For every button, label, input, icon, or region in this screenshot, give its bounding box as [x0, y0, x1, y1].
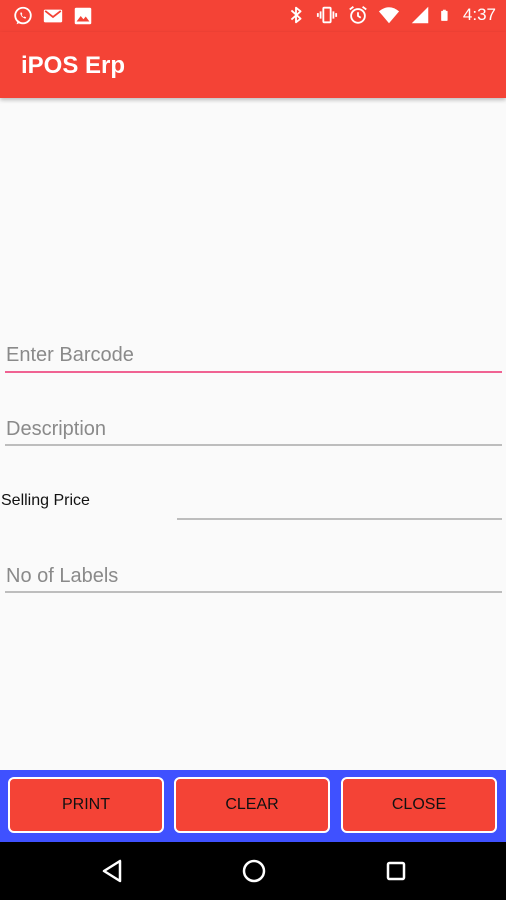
system-status-icons: 4:37: [285, 4, 496, 26]
selling-price-underline: [177, 518, 502, 520]
status-time: 4:37: [462, 5, 496, 24]
whatsapp-icon: [14, 6, 32, 25]
clear-button[interactable]: CLEAR: [174, 777, 330, 833]
no-of-labels-input[interactable]: [6, 561, 500, 591]
no-of-labels-underline: [5, 591, 502, 593]
home-icon[interactable]: [239, 856, 269, 886]
print-button[interactable]: PRINT: [8, 777, 164, 833]
vibrate-icon: [316, 6, 337, 24]
gmail-icon: [43, 9, 63, 23]
description-underline: [5, 444, 502, 446]
barcode-input[interactable]: [6, 340, 500, 370]
battery-icon: [441, 9, 448, 21]
notification-icons: [12, 5, 94, 27]
barcode-underline: [5, 371, 502, 373]
app-title: iPOS Erp: [21, 52, 126, 79]
alarm-icon: [349, 6, 367, 24]
selling-price-input[interactable]: [178, 488, 500, 518]
selling-price-label: Selling Price: [1, 492, 90, 509]
status-bar: 4:37: [0, 0, 506, 32]
signal-icon: [411, 6, 429, 24]
description-input[interactable]: [6, 414, 500, 444]
back-icon[interactable]: [98, 856, 128, 886]
recents-icon[interactable]: [381, 856, 411, 886]
image-icon: [74, 7, 92, 25]
wifi-icon: [378, 7, 399, 24]
action-button-bar: PRINT CLEAR CLOSE: [0, 770, 506, 842]
close-button[interactable]: CLOSE: [341, 777, 497, 833]
bluetooth-icon: [290, 6, 302, 24]
app-bar: iPOS Erp: [0, 32, 506, 98]
navigation-bar: [0, 842, 506, 900]
